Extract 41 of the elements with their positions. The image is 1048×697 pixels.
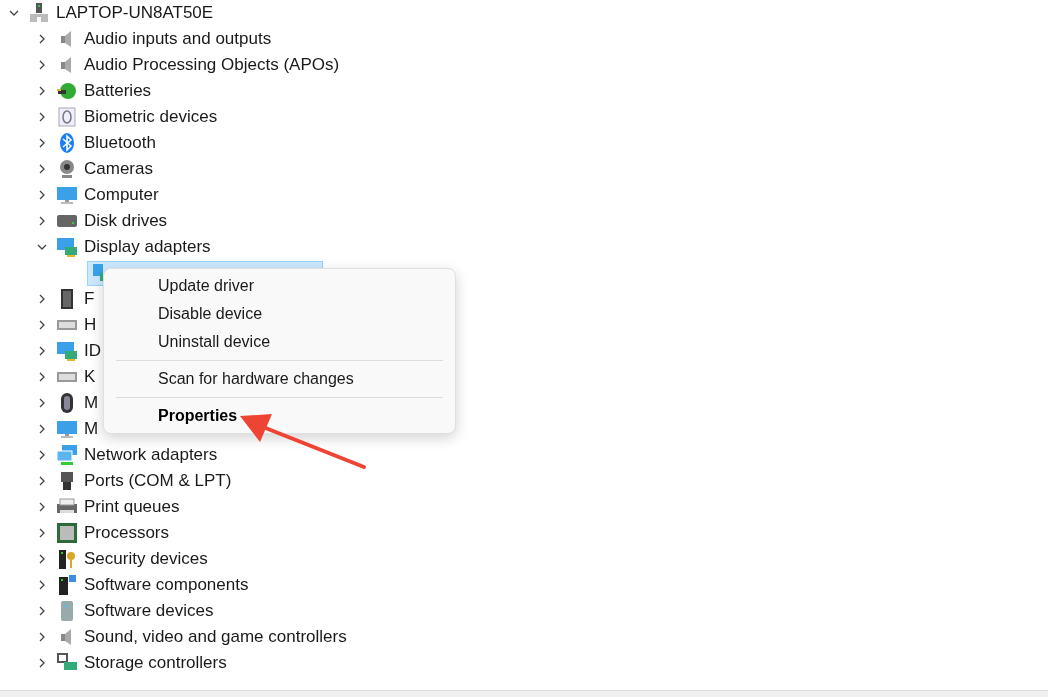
tree-item[interactable]: LAPTOP-UN8AT50E <box>56 2 214 24</box>
fingerprint-icon <box>56 106 78 128</box>
tree-item[interactable]: ID <box>84 340 101 362</box>
tree-item[interactable]: Batteries <box>84 80 152 102</box>
monitor-icon <box>56 418 78 440</box>
menu-item[interactable]: Properties <box>116 402 443 430</box>
network-icon <box>56 444 78 466</box>
puzzle-icon <box>56 574 78 596</box>
tree-item[interactable]: M <box>84 392 99 414</box>
tree-item[interactable]: Network adapters <box>84 444 218 466</box>
tree-item[interactable]: Software components <box>84 574 249 596</box>
tree-item[interactable]: Biometric devices <box>84 106 218 128</box>
tree-item[interactable]: Print queues <box>84 496 180 518</box>
menu-item[interactable]: Disable device <box>116 300 443 328</box>
processor-icon <box>56 522 78 544</box>
monitor-icon <box>56 184 78 206</box>
tree-item[interactable]: Bluetooth <box>84 132 156 154</box>
graphics-card-icon <box>56 236 78 258</box>
key-icon <box>56 548 78 570</box>
graphics-card-icon <box>93 262 103 284</box>
tree-item[interactable]: Software devices <box>84 600 214 622</box>
menu-item[interactable]: Scan for hardware changes <box>116 365 443 393</box>
tree-item[interactable]: H <box>84 314 97 336</box>
menu-item[interactable]: Update driver <box>116 272 443 300</box>
tree-item[interactable]: Processors <box>84 522 170 544</box>
graphics-card-icon <box>56 340 78 362</box>
tree-item[interactable]: Audio inputs and outputs <box>84 28 272 50</box>
tree-item[interactable]: Computer <box>84 184 159 206</box>
tree-item[interactable]: K <box>84 366 96 388</box>
tree-item[interactable]: Audio Processing Objects (APOs) <box>84 54 340 76</box>
menu-item[interactable]: Uninstall device <box>116 328 443 356</box>
tree-item[interactable]: Cameras <box>84 158 153 180</box>
tree-item[interactable]: Display adapters <box>84 236 211 258</box>
tree-item[interactable]: Security devices <box>84 548 208 570</box>
tree-item[interactable]: Ports (COM & LPT) <box>84 470 232 492</box>
tree-item[interactable]: M <box>84 418 99 440</box>
tree-item[interactable]: Storage controllers <box>84 652 227 674</box>
tree-item[interactable]: F <box>84 288 95 310</box>
tree-item[interactable]: Sound, video and game controllers <box>84 626 347 648</box>
tree-item[interactable]: Disk drives <box>84 210 168 232</box>
battery-icon <box>56 80 78 102</box>
